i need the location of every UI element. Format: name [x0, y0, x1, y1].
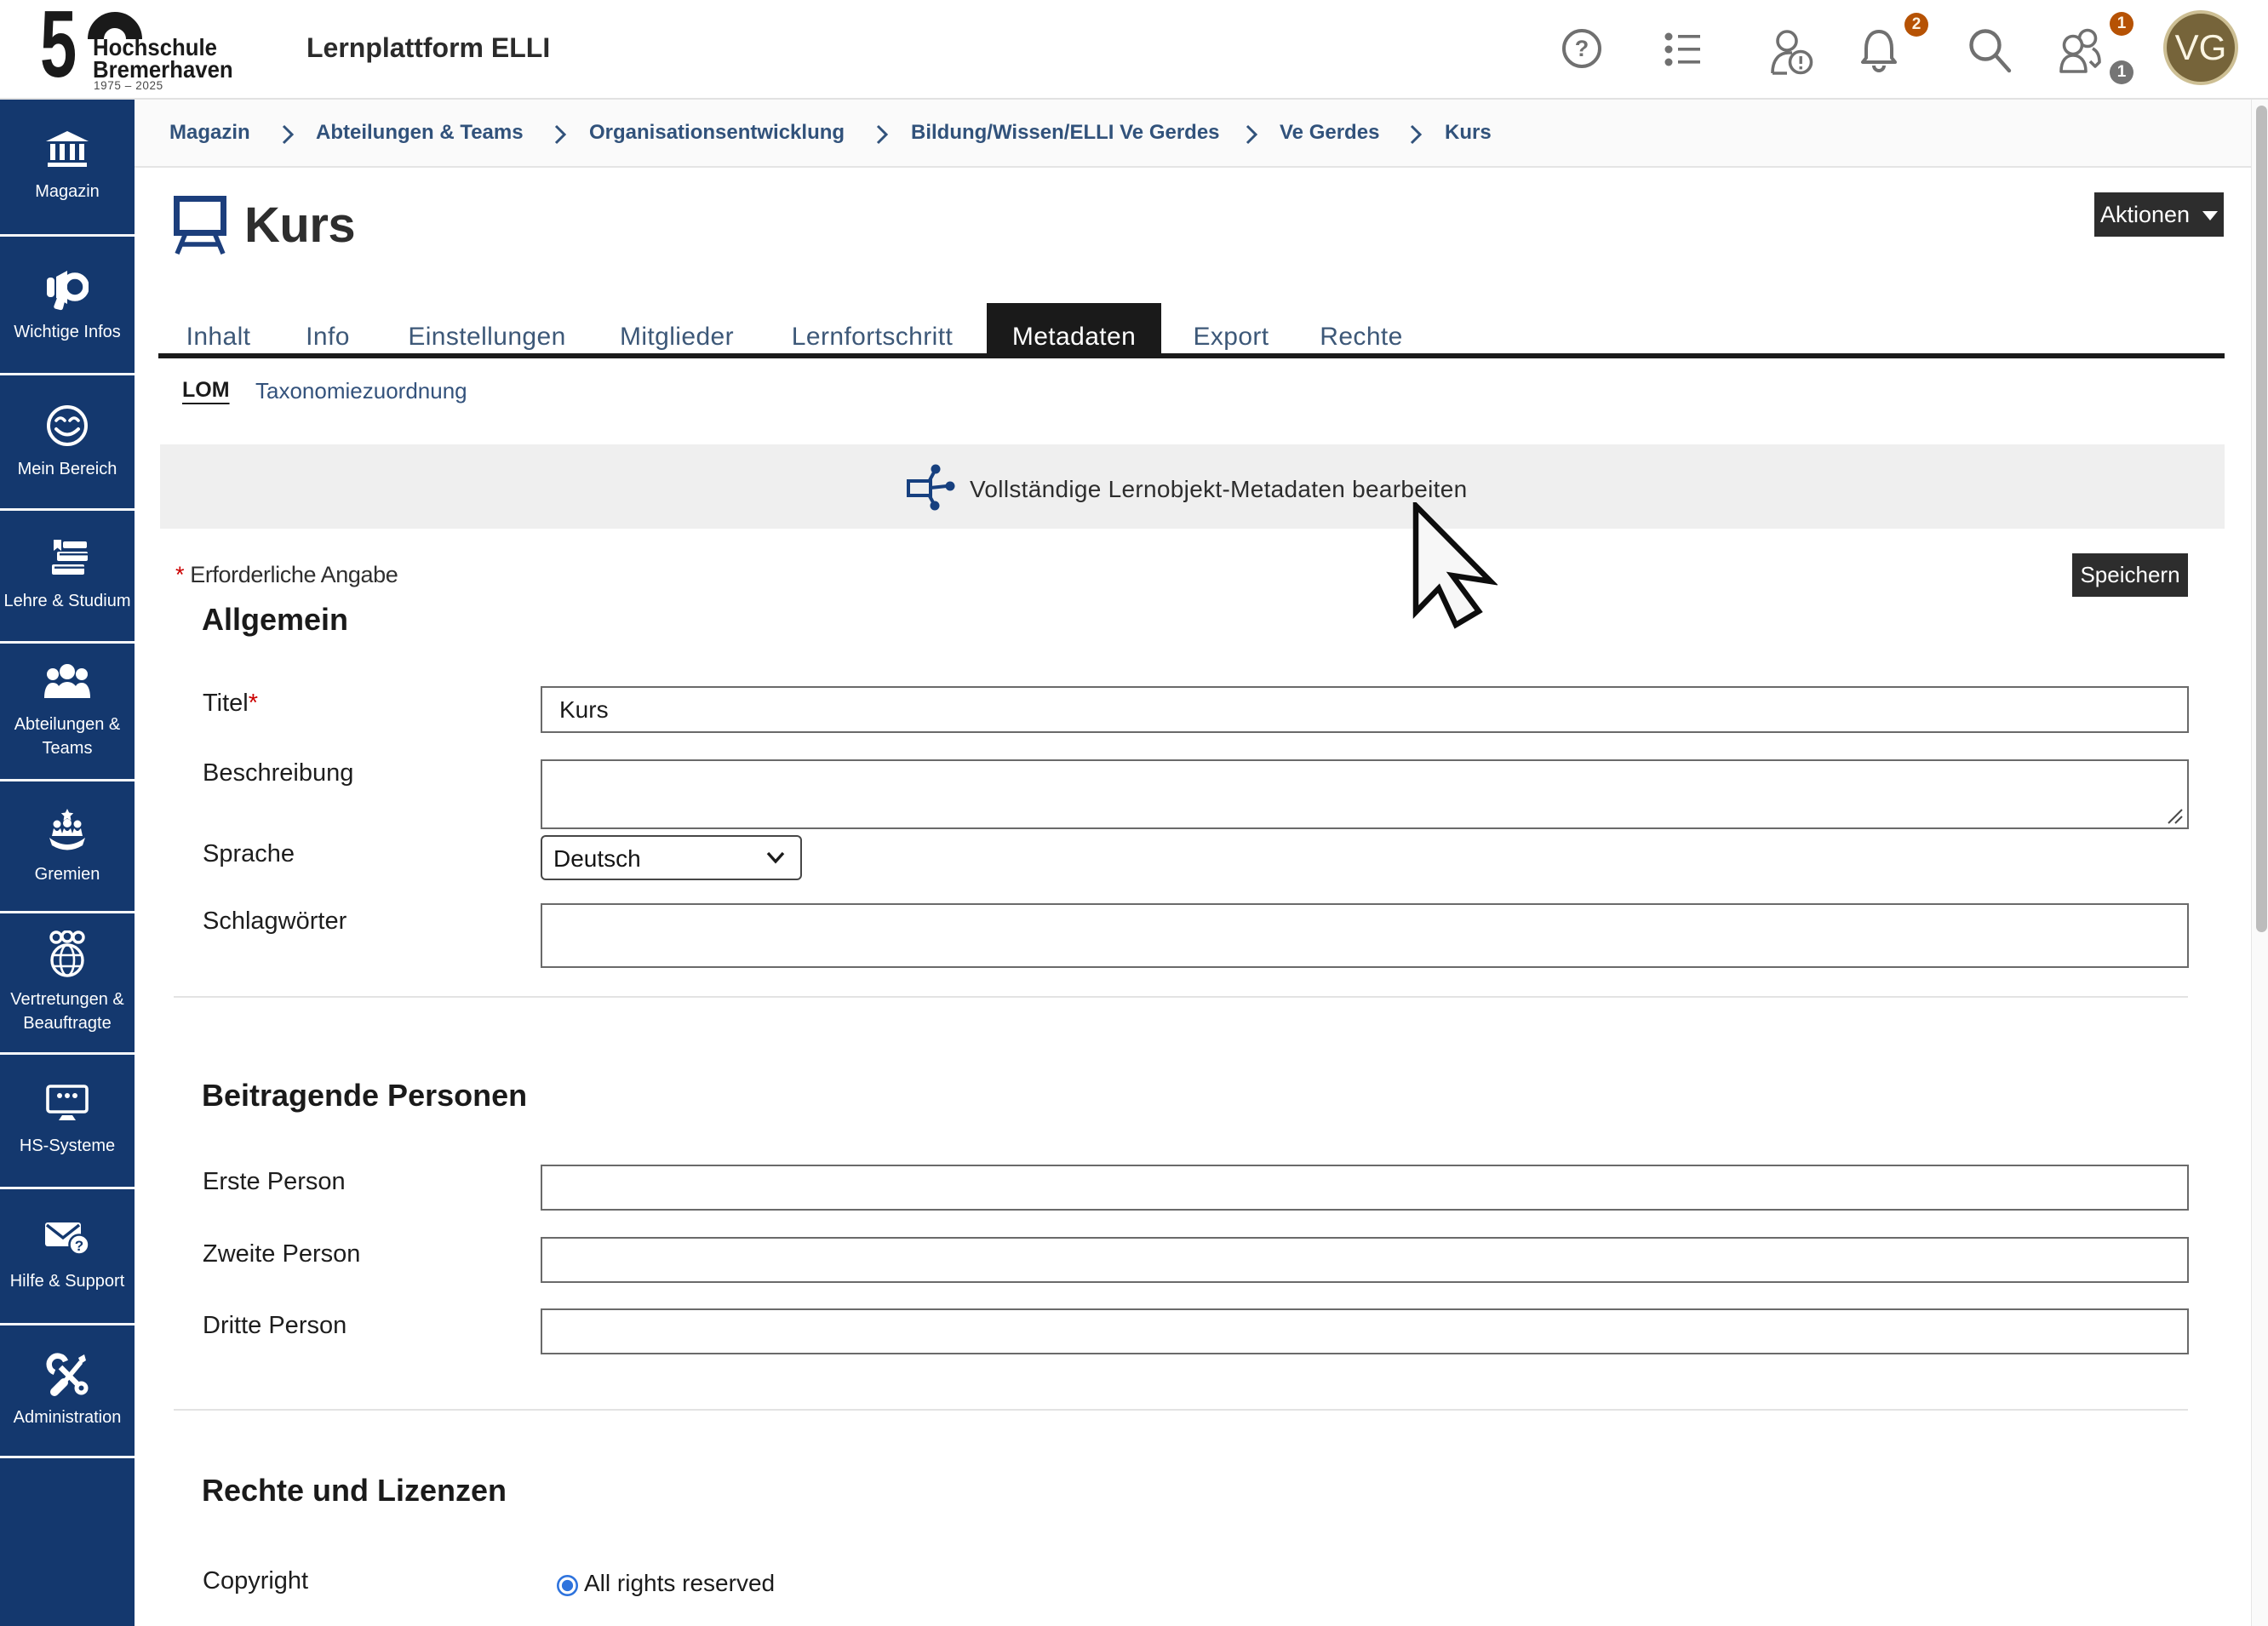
svg-text:?: ?	[75, 1238, 83, 1254]
svg-text:?: ?	[1575, 36, 1589, 61]
